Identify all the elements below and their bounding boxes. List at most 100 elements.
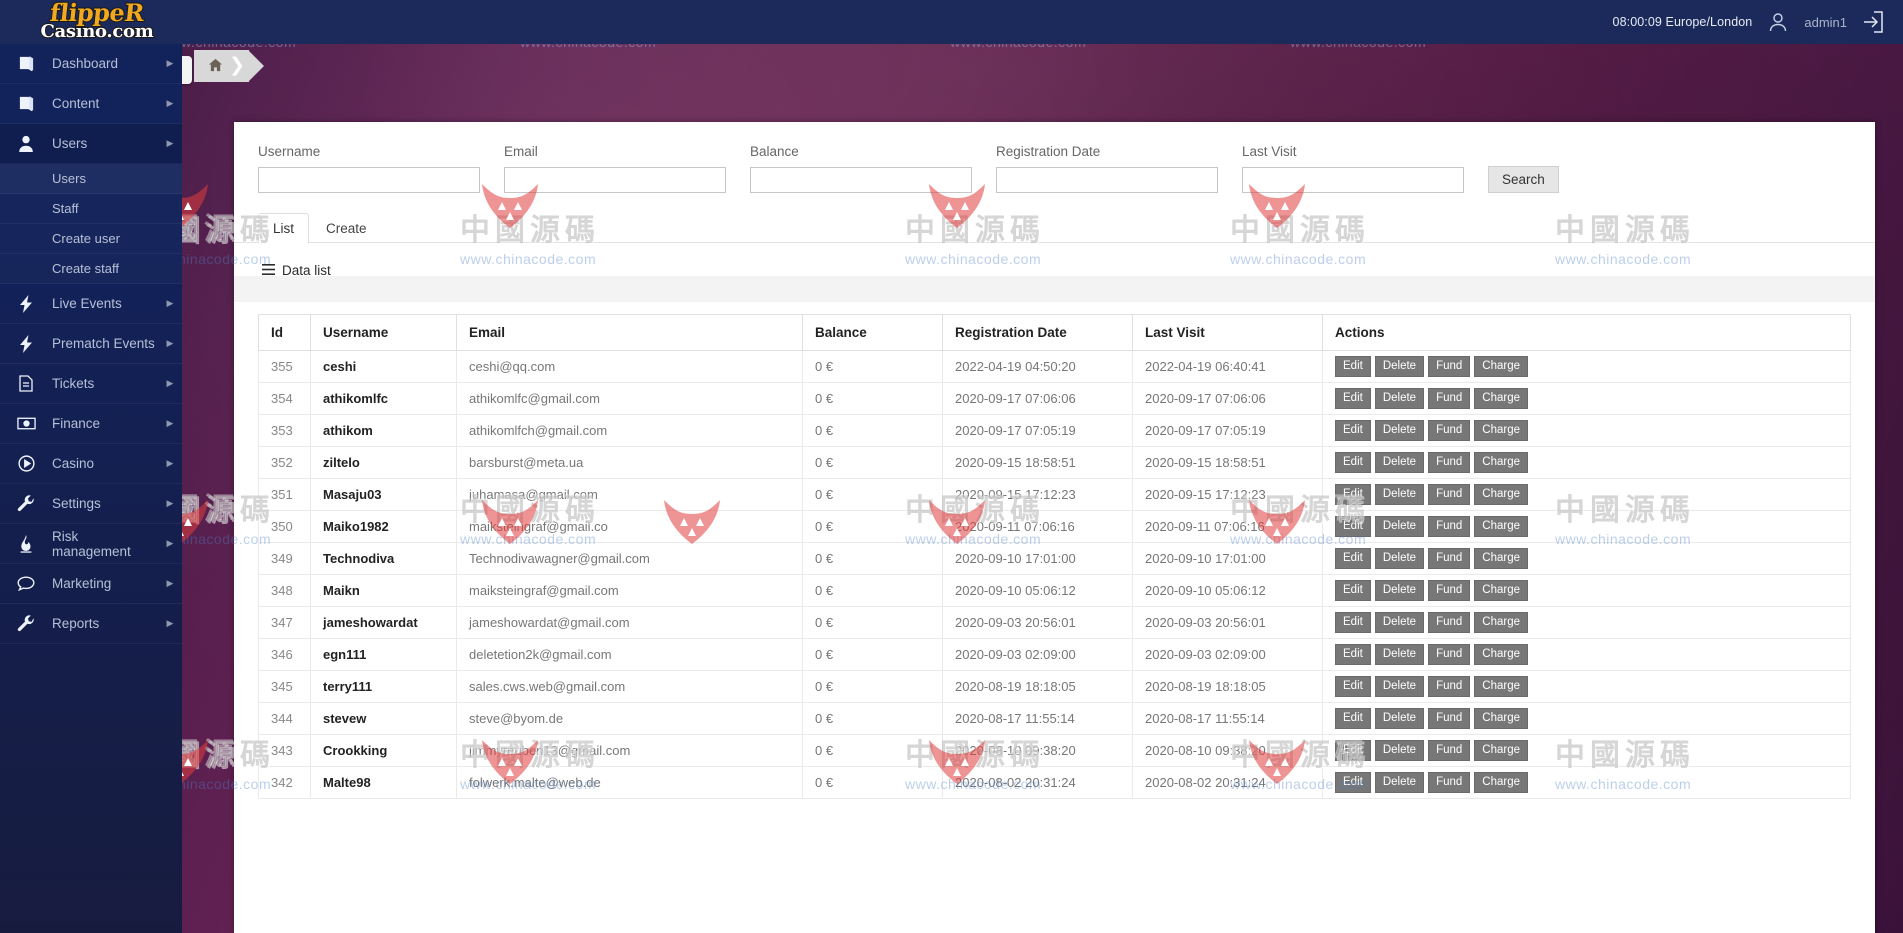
delete-button[interactable]: Delete bbox=[1374, 388, 1425, 409]
chevron-right-icon: ▶ bbox=[166, 618, 174, 628]
charge-button[interactable]: Charge bbox=[1474, 516, 1529, 537]
search-input-email[interactable] bbox=[504, 167, 726, 193]
delete-button[interactable]: Delete bbox=[1374, 420, 1425, 441]
delete-button[interactable]: Delete bbox=[1374, 580, 1425, 601]
charge-button[interactable]: Charge bbox=[1474, 388, 1529, 409]
charge-button[interactable]: Charge bbox=[1474, 644, 1529, 665]
sidebar-item-marketing[interactable]: Marketing ▶ bbox=[0, 564, 182, 604]
edit-button[interactable]: Edit bbox=[1335, 548, 1371, 569]
sidebar-item-casino[interactable]: Casino ▶ bbox=[0, 444, 182, 484]
charge-button[interactable]: Charge bbox=[1474, 420, 1529, 441]
row-action-buttons: Edit Delete Fund Charge bbox=[1335, 388, 1838, 409]
delete-button[interactable]: Delete bbox=[1374, 452, 1425, 473]
home-icon[interactable] bbox=[208, 58, 223, 75]
edit-button[interactable]: Edit bbox=[1335, 644, 1371, 665]
header-username[interactable]: admin1 bbox=[1804, 15, 1847, 30]
site-logo[interactable]: flippeR Casino.com bbox=[22, 0, 172, 44]
edit-button[interactable]: Edit bbox=[1335, 612, 1371, 633]
search-button[interactable]: Search bbox=[1488, 166, 1559, 193]
fund-button[interactable]: Fund bbox=[1428, 548, 1471, 569]
edit-button[interactable]: Edit bbox=[1335, 740, 1371, 761]
sidebar-subitem-create-staff[interactable]: Create staff bbox=[0, 254, 182, 284]
fund-button[interactable]: Fund bbox=[1428, 420, 1471, 441]
edit-button[interactable]: Edit bbox=[1335, 452, 1371, 473]
sidebar-item-dashboard[interactable]: Dashboard ▶ bbox=[0, 44, 182, 84]
breadcrumb[interactable]: ❯ bbox=[194, 50, 264, 82]
edit-button[interactable]: Edit bbox=[1335, 356, 1371, 377]
delete-button[interactable]: Delete bbox=[1374, 356, 1425, 377]
delete-button[interactable]: Delete bbox=[1374, 644, 1425, 665]
search-input-last-visit[interactable] bbox=[1242, 167, 1464, 193]
sidebar-item-reports[interactable]: Reports ▶ bbox=[0, 604, 182, 644]
cell-actions: Edit Delete Fund Charge bbox=[1322, 446, 1851, 479]
fund-button[interactable]: Fund bbox=[1428, 740, 1471, 761]
fund-button[interactable]: Fund bbox=[1428, 356, 1471, 377]
sidebar-item-content[interactable]: Content ▶ bbox=[0, 84, 182, 124]
edit-button[interactable]: Edit bbox=[1335, 772, 1371, 793]
fund-button[interactable]: Fund bbox=[1428, 708, 1471, 729]
sidebar-item-prematch-events[interactable]: Prematch Events ▶ bbox=[0, 324, 182, 364]
sidebar-subitem-staff[interactable]: Staff bbox=[0, 194, 182, 224]
cell-registration-date: 2020-08-17 11:55:14 bbox=[942, 702, 1133, 735]
delete-button[interactable]: Delete bbox=[1374, 676, 1425, 697]
sidebar-subitem-create-user[interactable]: Create user bbox=[0, 224, 182, 254]
sidebar-item-risk-management[interactable]: Risk management ▶ bbox=[0, 524, 182, 564]
chat-icon bbox=[0, 576, 52, 591]
delete-button[interactable]: Delete bbox=[1374, 772, 1425, 793]
charge-button[interactable]: Charge bbox=[1474, 772, 1529, 793]
edit-button[interactable]: Edit bbox=[1335, 516, 1371, 537]
sidebar-item-tickets[interactable]: Tickets ▶ bbox=[0, 364, 182, 404]
charge-button[interactable]: Charge bbox=[1474, 356, 1529, 377]
filter-username-label: Username bbox=[258, 144, 321, 159]
edit-button[interactable]: Edit bbox=[1335, 484, 1371, 505]
charge-button[interactable]: Charge bbox=[1474, 740, 1529, 761]
delete-button[interactable]: Delete bbox=[1374, 740, 1425, 761]
charge-button[interactable]: Charge bbox=[1474, 548, 1529, 569]
fund-button[interactable]: Fund bbox=[1428, 580, 1471, 601]
cell-actions: Edit Delete Fund Charge bbox=[1322, 766, 1851, 799]
cell-id: 345 bbox=[258, 670, 311, 703]
fund-button[interactable]: Fund bbox=[1428, 484, 1471, 505]
edit-button[interactable]: Edit bbox=[1335, 676, 1371, 697]
edit-button[interactable]: Edit bbox=[1335, 580, 1371, 601]
search-input-balance[interactable] bbox=[750, 167, 972, 193]
table-row: 354 athikomlfc athikomlfc@gmail.com 0 €2020… bbox=[258, 382, 1851, 415]
sidebar-item-label: Risk management bbox=[52, 528, 131, 559]
charge-button[interactable]: Charge bbox=[1474, 676, 1529, 697]
sidebar-item-finance[interactable]: Finance ▶ bbox=[0, 404, 182, 444]
charge-button[interactable]: Charge bbox=[1474, 580, 1529, 601]
fund-button[interactable]: Fund bbox=[1428, 644, 1471, 665]
delete-button[interactable]: Delete bbox=[1374, 612, 1425, 633]
fund-button[interactable]: Fund bbox=[1428, 612, 1471, 633]
edit-button[interactable]: Edit bbox=[1335, 708, 1371, 729]
charge-button[interactable]: Charge bbox=[1474, 452, 1529, 473]
charge-button[interactable]: Charge bbox=[1474, 484, 1529, 505]
fund-button[interactable]: Fund bbox=[1428, 676, 1471, 697]
charge-button[interactable]: Charge bbox=[1474, 612, 1529, 633]
fund-button[interactable]: Fund bbox=[1428, 452, 1471, 473]
tab-list[interactable]: List bbox=[258, 213, 310, 243]
delete-button[interactable]: Delete bbox=[1374, 548, 1425, 569]
sidebar-subitem-users[interactable]: Users bbox=[0, 164, 182, 194]
sidebar-item-settings[interactable]: Settings ▶ bbox=[0, 484, 182, 524]
sidebar-item-live-events[interactable]: Live Events ▶ bbox=[0, 284, 182, 324]
search-input-username[interactable] bbox=[258, 167, 480, 193]
delete-button[interactable]: Delete bbox=[1374, 516, 1425, 537]
tab-create[interactable]: Create bbox=[311, 213, 382, 243]
charge-button[interactable]: Charge bbox=[1474, 708, 1529, 729]
table-row: 355 ceshi ceshi@qq.com 0 €2022-04-19 04:50:… bbox=[258, 350, 1851, 383]
edit-button[interactable]: Edit bbox=[1335, 420, 1371, 441]
filter-last-visit-label: Last Visit bbox=[1242, 144, 1297, 159]
cell-email: maiksteingraf@gmail.co bbox=[456, 510, 803, 543]
search-input-registration-date[interactable] bbox=[996, 167, 1218, 193]
edit-button[interactable]: Edit bbox=[1335, 388, 1371, 409]
column-header-username: Username bbox=[310, 314, 457, 351]
fund-button[interactable]: Fund bbox=[1428, 516, 1471, 537]
cell-id: 351 bbox=[258, 478, 311, 511]
delete-button[interactable]: Delete bbox=[1374, 484, 1425, 505]
delete-button[interactable]: Delete bbox=[1374, 708, 1425, 729]
logout-icon[interactable] bbox=[1861, 9, 1885, 35]
sidebar-item-users[interactable]: Users ▶ bbox=[0, 124, 182, 164]
fund-button[interactable]: Fund bbox=[1428, 772, 1471, 793]
fund-button[interactable]: Fund bbox=[1428, 388, 1471, 409]
